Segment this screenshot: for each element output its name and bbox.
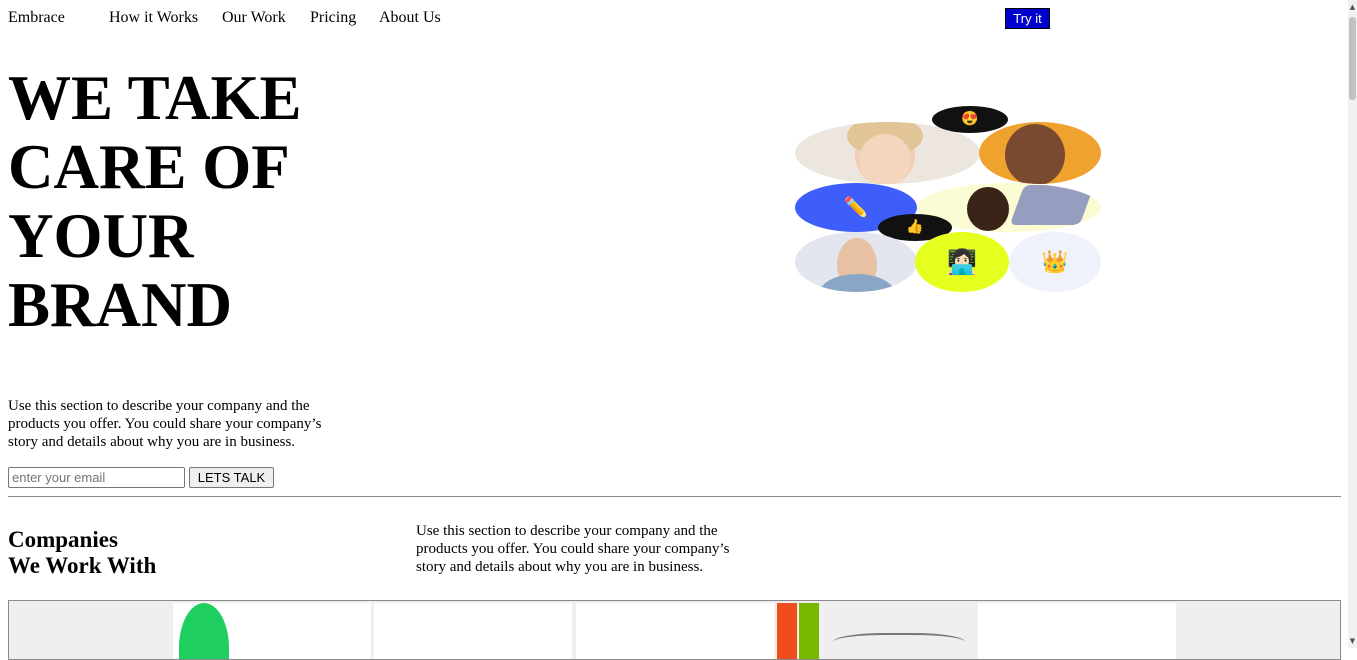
orange-bar-logo — [777, 603, 797, 659]
company-logo-tile-4 — [777, 603, 975, 659]
woman-face-front — [859, 134, 911, 184]
top-nav: Embrace How it Works Our Work Pricing Ab… — [8, 8, 1338, 29]
hero-title: WE TAKE CARE OF YOUR BRAND — [8, 63, 302, 340]
man-shirt — [819, 274, 895, 292]
laughing-face — [1005, 124, 1065, 184]
companies-description: Use this section to describe your compan… — [416, 523, 730, 575]
companies-title: Companies We Work With — [8, 527, 156, 579]
checkmark-shape — [1009, 185, 1095, 225]
section-divider — [8, 496, 1341, 497]
laughing-portrait-blob — [979, 122, 1101, 184]
lets-talk-button[interactable]: LETS TALK — [189, 467, 274, 488]
companies-title-line2: We Work With — [8, 553, 157, 578]
company-logo-tile-5 — [978, 603, 1176, 659]
nav-link-about-us[interactable]: About Us — [379, 9, 441, 27]
scroll-down-arrow-icon[interactable]: ▼ — [1349, 636, 1356, 646]
lime-bar-logo — [799, 603, 819, 659]
nav-link-pricing[interactable]: Pricing — [310, 9, 356, 27]
hero-image-collage: 😍 ✏️ 👍 👩🏻‍💻 👑 — [795, 104, 1105, 296]
hero-description: Use this section to describe your compan… — [8, 398, 322, 450]
company-logo-tile-3 — [576, 603, 774, 659]
try-it-button[interactable]: Try it — [1005, 8, 1050, 29]
speech-bubble-top: 😍 — [932, 106, 1008, 133]
nav-link-our-work[interactable]: Our Work — [222, 9, 286, 27]
brand-link[interactable]: Embrace — [8, 9, 65, 27]
green-logo-shape — [179, 603, 229, 659]
scroll-up-arrow-icon[interactable]: ▲ — [1349, 2, 1356, 12]
company-logo-tile-2 — [374, 603, 572, 659]
companies-title-line1: Companies — [8, 527, 118, 552]
man-portrait-blob — [795, 232, 917, 292]
scrollbar-thumb[interactable] — [1349, 17, 1356, 100]
nav-link-how-it-works[interactable]: How it Works — [109, 9, 198, 27]
laptop-blob: 👩🏻‍💻 — [915, 232, 1009, 292]
signature-logo — [833, 633, 965, 655]
company-logo-tile-1 — [173, 603, 371, 659]
crown-blob: 👑 — [1009, 232, 1101, 292]
woman-curly-face — [967, 187, 1009, 231]
company-logos-strip — [8, 600, 1341, 660]
page-scrollbar[interactable]: ▲ ▼ — [1348, 0, 1357, 648]
email-input[interactable] — [8, 467, 185, 488]
